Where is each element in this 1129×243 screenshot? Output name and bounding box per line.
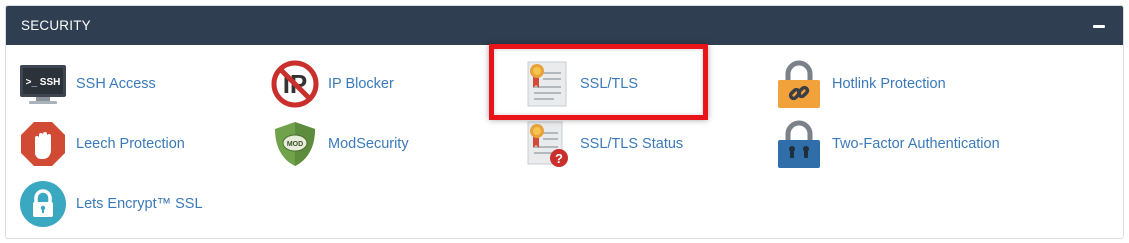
leech-protection-link[interactable]: Leech Protection xyxy=(19,120,269,172)
ip-blocker-link[interactable]: IP IP Blocker xyxy=(271,60,521,112)
svg-text:?: ? xyxy=(555,151,563,166)
certificate-icon xyxy=(523,60,571,108)
lets-encrypt-ssl-label: Lets Encrypt™ SSL xyxy=(76,196,203,212)
ssh-access-label: SSH Access xyxy=(76,76,156,92)
modsecurity-link[interactable]: MOD ModSecurity xyxy=(271,120,521,172)
terminal-icon-text: >_ SSH xyxy=(26,77,61,88)
certificate-status-icon: ? xyxy=(523,120,571,168)
ip-blocker-label: IP Blocker xyxy=(328,76,394,92)
lets-encrypt-lock-icon xyxy=(19,180,67,228)
ssh-access-link[interactable]: >_ SSH SSH Access xyxy=(19,60,269,112)
ssl-tls-label: SSL/TLS xyxy=(580,76,639,92)
padlock-link-icon xyxy=(775,60,823,108)
shield-icon: MOD xyxy=(271,120,319,168)
hotlink-protection-link[interactable]: Hotlink Protection xyxy=(775,60,1025,112)
padlock-icon xyxy=(775,120,823,168)
collapse-button[interactable] xyxy=(1093,25,1105,28)
ssl-tls-link[interactable]: SSL/TLS xyxy=(523,60,773,112)
hotlink-protection-label: Hotlink Protection xyxy=(832,76,946,92)
modsecurity-label: ModSecurity xyxy=(328,136,409,152)
ip-blocker-icon: IP xyxy=(271,60,319,108)
two-factor-authentication-label: Two-Factor Authentication xyxy=(832,136,1000,152)
lets-encrypt-ssl-link[interactable]: Lets Encrypt™ SSL xyxy=(19,180,269,232)
ssl-tls-status-link[interactable]: ? SSL/TLS Status xyxy=(523,120,773,172)
shield-icon-text: MOD xyxy=(287,141,303,148)
leech-protection-label: Leech Protection xyxy=(76,136,185,152)
terminal-icon: >_ SSH xyxy=(19,60,67,108)
stop-hand-icon xyxy=(19,120,67,168)
panel-header[interactable]: SECURITY xyxy=(6,6,1123,45)
ssl-tls-status-label: SSL/TLS Status xyxy=(580,136,684,152)
panel-title: SECURITY xyxy=(21,18,91,33)
two-factor-authentication-link[interactable]: Two-Factor Authentication xyxy=(775,120,1025,172)
